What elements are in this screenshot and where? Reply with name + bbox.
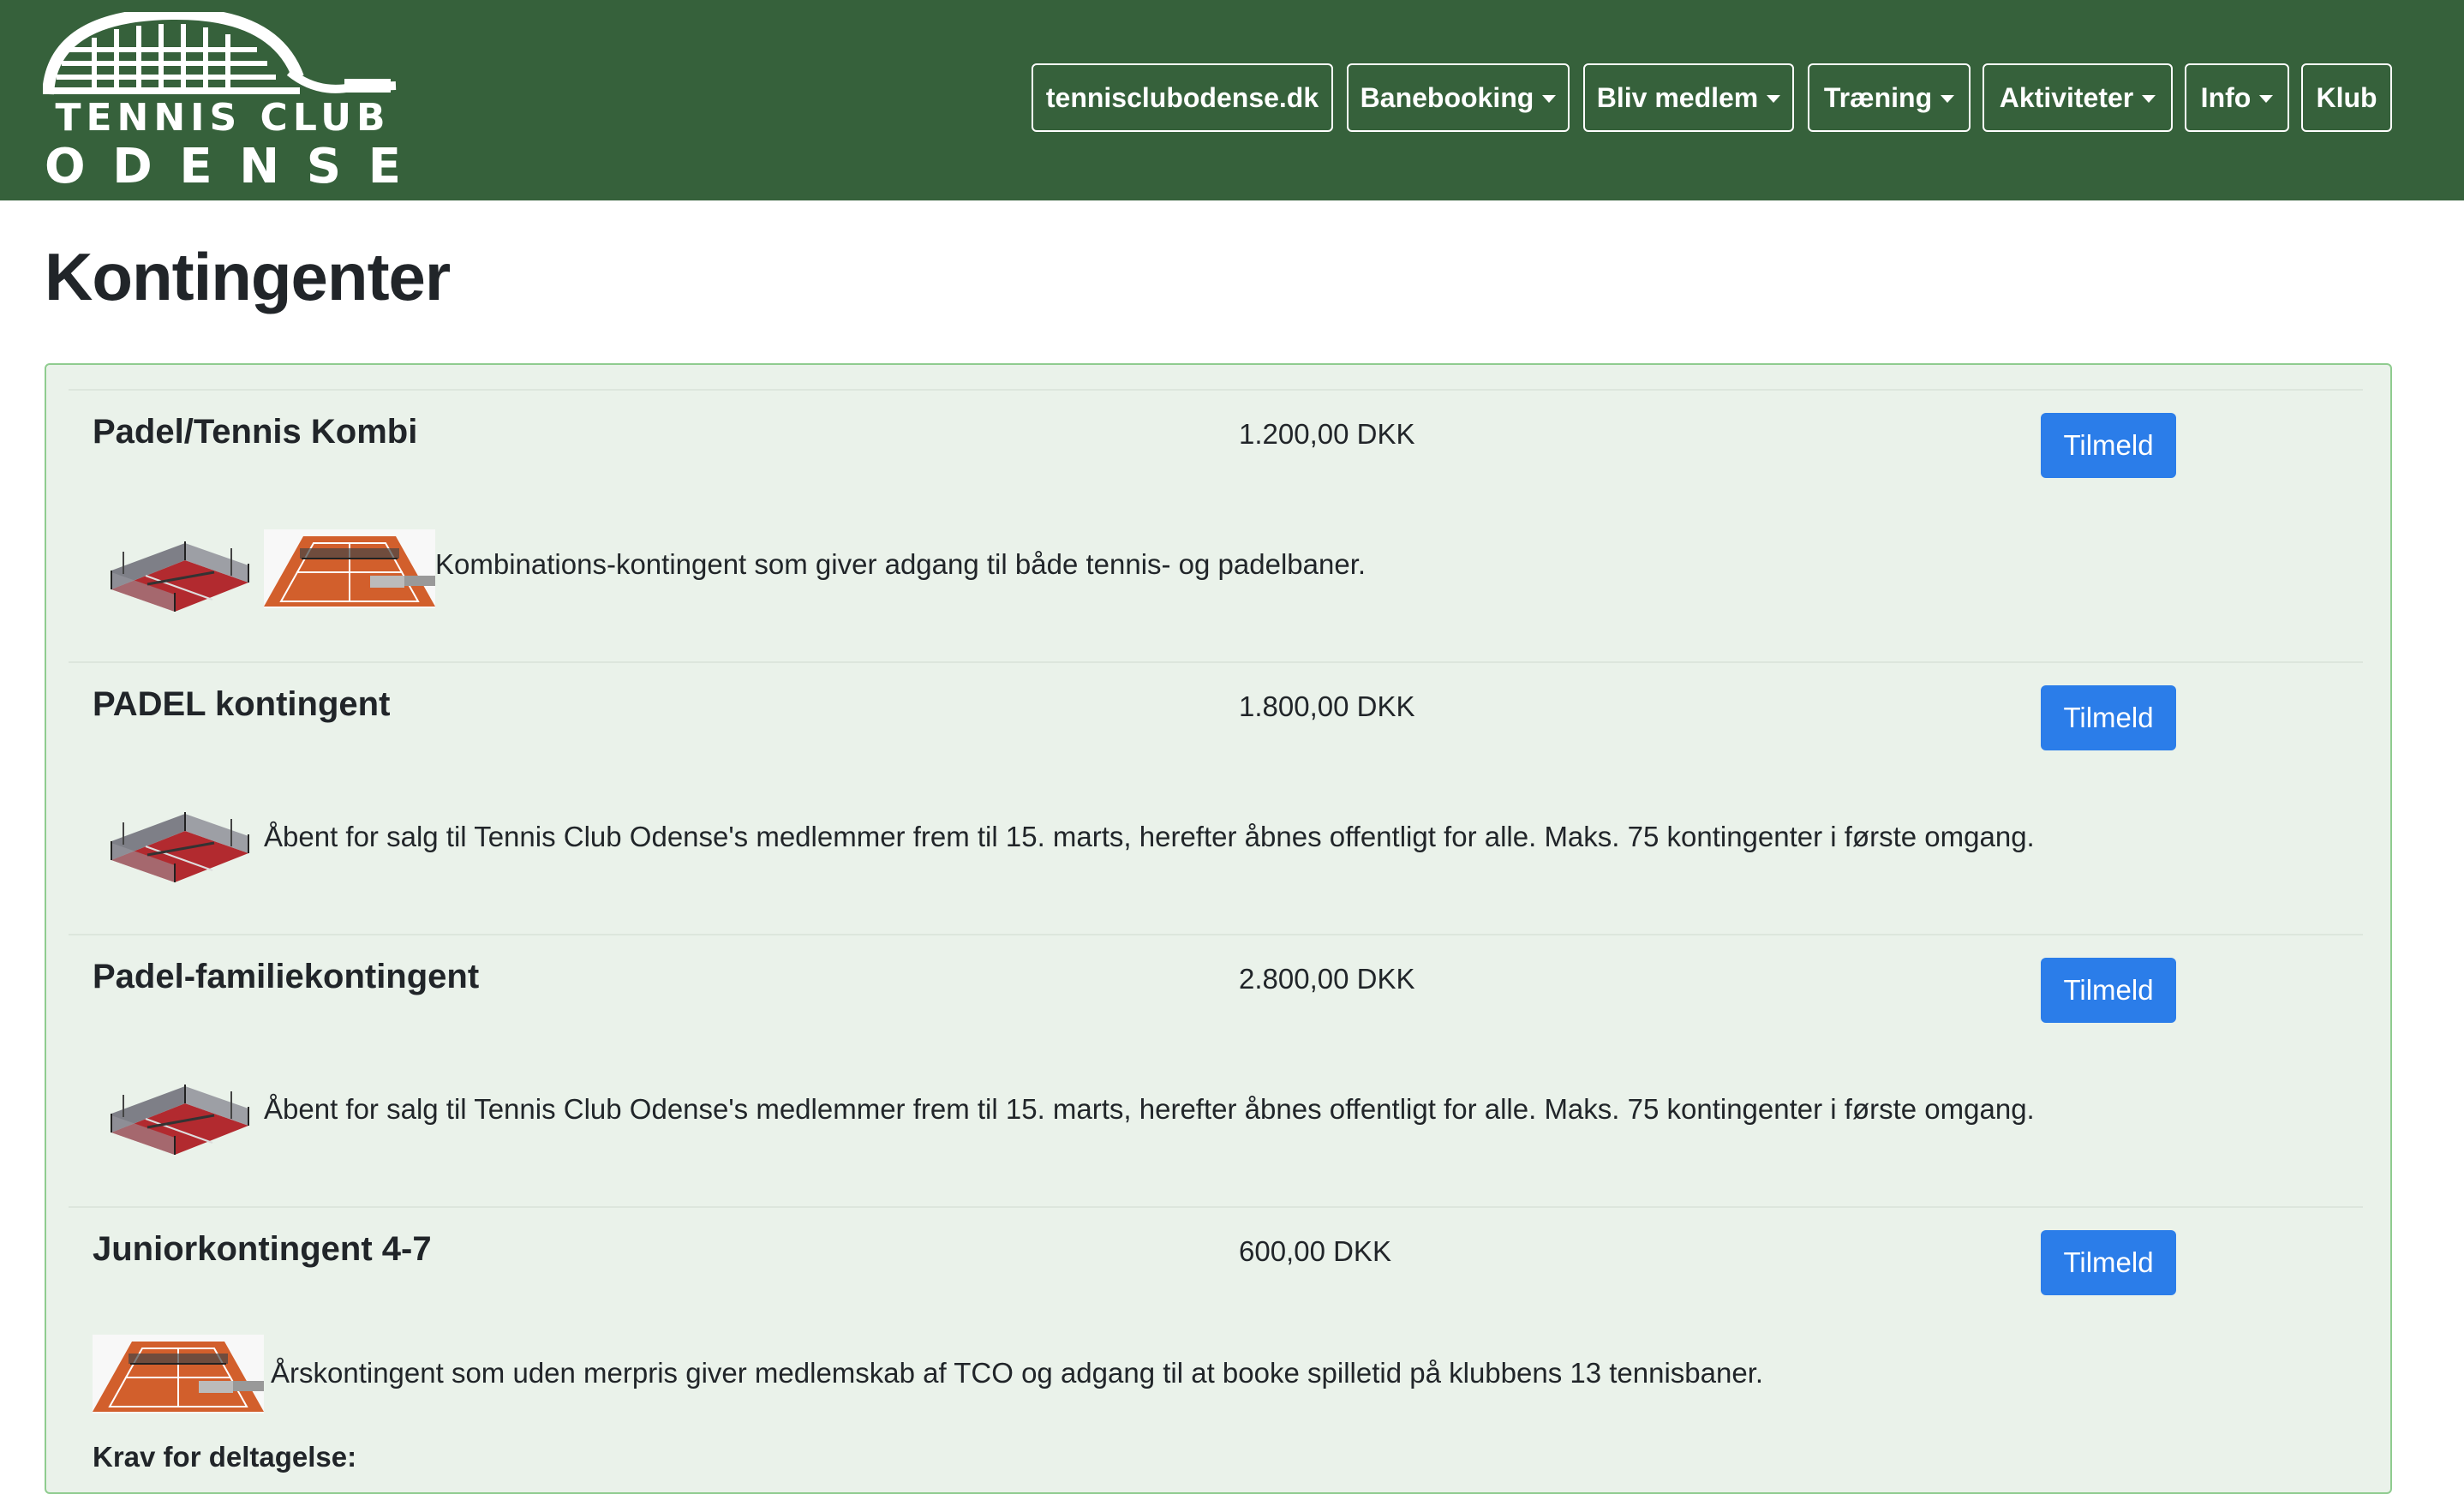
logo-text-tennis-club: TENNIS CLUB: [55, 96, 391, 140]
row-divider: [69, 934, 2363, 935]
logo-letter: N: [239, 139, 280, 194]
tilmeld-button-padel-familie[interactable]: Tilmeld: [2041, 958, 2176, 1023]
tennis-club-odense-logo[interactable]: TENNIS CLUB O D E N S E: [42, 7, 403, 194]
tennis-racket-logo-icon: [42, 7, 397, 95]
nav-label: Info: [2200, 81, 2252, 113]
item-title-padel-familiekontingent: Padel-familiekontingent: [93, 958, 480, 995]
row-divider: [69, 1206, 2363, 1208]
caret-down-icon: [2142, 94, 2156, 103]
padel-court-icon: [110, 540, 250, 613]
nav-label: tennisclubodense.dk: [1045, 81, 1319, 113]
item-price: 1.800,00 DKK: [1239, 690, 1415, 722]
item-title-padel-tennis-kombi: Padel/Tennis Kombi: [93, 413, 418, 451]
tennis-court-icon: [264, 529, 435, 608]
tilmeld-button-padel[interactable]: Tilmeld: [2041, 685, 2176, 750]
nav-traening[interactable]: Træning: [1808, 63, 1971, 132]
caret-down-icon: [1767, 94, 1781, 103]
nav-aktiviteter[interactable]: Aktiviteter: [1983, 63, 2173, 132]
nav-label: Klub: [2316, 81, 2377, 113]
item-price: 1.200,00 DKK: [1239, 418, 1415, 450]
caret-down-icon: [1941, 94, 1955, 103]
logo-letter: D: [112, 139, 153, 194]
logo-letter: S: [306, 139, 342, 194]
item-price: 600,00 DKK: [1239, 1235, 1391, 1267]
nav-tennisclubodense[interactable]: tennisclubodense.dk: [1032, 63, 1333, 132]
item-description: Årskontingent som uden merpris giver med…: [271, 1357, 1764, 1389]
nav-klub[interactable]: Klub: [2301, 63, 2392, 132]
item-description: Åbent for salg til Tennis Club Odense's …: [264, 821, 2035, 852]
nav-label: Aktiviteter: [1999, 81, 2134, 113]
page-title: Kontingenter: [45, 239, 451, 314]
tilmeld-button-kombi[interactable]: Tilmeld: [2041, 413, 2176, 478]
nav-label: Træning: [1823, 81, 1933, 113]
nav-info[interactable]: Info: [2185, 63, 2289, 132]
nav-banebooking[interactable]: Banebooking: [1347, 63, 1570, 132]
logo-letter: E: [368, 139, 401, 194]
logo-letter: E: [179, 139, 212, 194]
nav-label: Banebooking: [1360, 81, 1534, 113]
padel-court-icon: [110, 810, 250, 884]
item-description: Åbent for salg til Tennis Club Odense's …: [264, 1093, 2035, 1125]
logo-text-odense: O D E N S E: [43, 139, 403, 194]
row-divider: [69, 389, 2363, 391]
caret-down-icon: [2259, 94, 2274, 103]
logo-letter: O: [45, 139, 86, 194]
item-title-juniorkontingent: Juniorkontingent 4-7: [93, 1230, 432, 1268]
nav-label: Bliv medlem: [1596, 81, 1759, 113]
requirements-heading: Krav for deltagelse:: [93, 1441, 357, 1473]
site-header: TENNIS CLUB O D E N S E tennisclubodense…: [0, 0, 2464, 200]
nav-bliv-medlem[interactable]: Bliv medlem: [1583, 63, 1794, 132]
row-divider: [69, 661, 2363, 663]
padel-court-icon: [110, 1083, 250, 1156]
item-title-padel-kontingent: PADEL kontingent: [93, 685, 391, 723]
item-price: 2.800,00 DKK: [1239, 963, 1415, 995]
item-description: Kombinations-kontingent som giver adgang…: [435, 548, 1367, 580]
tilmeld-button-junior[interactable]: Tilmeld: [2041, 1230, 2176, 1295]
caret-down-icon: [1542, 94, 1557, 103]
tennis-court-icon: [93, 1335, 264, 1413]
